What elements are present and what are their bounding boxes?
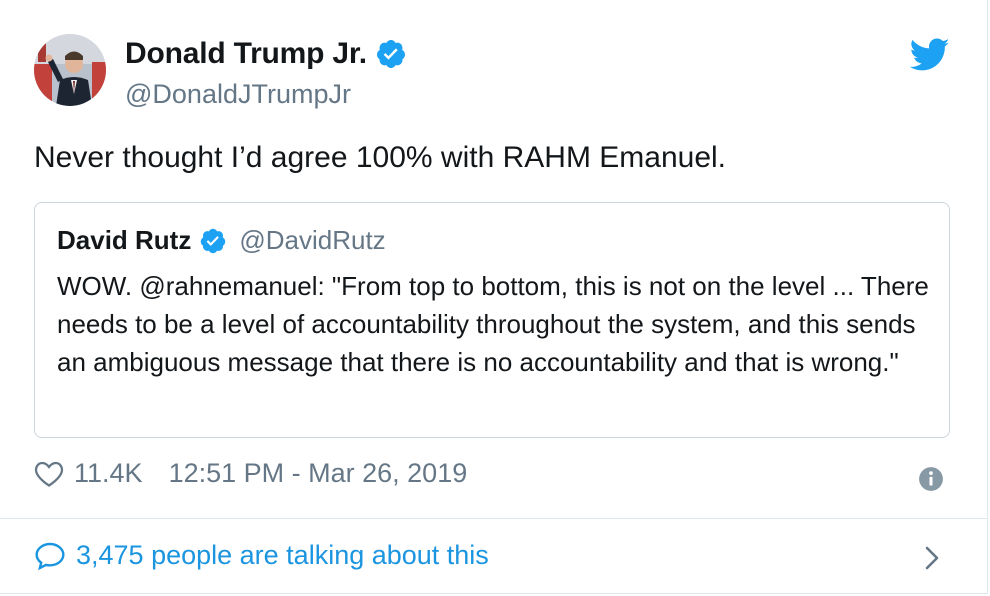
quote-text: WOW. @rahnemanuel: "From top to bottom, … (57, 271, 929, 377)
quote-author-handle[interactable]: @DavidRutz (239, 225, 385, 256)
chevron-right-icon[interactable] (922, 544, 942, 572)
verified-badge-icon (199, 227, 227, 255)
like-count[interactable]: 11.4K (74, 458, 143, 489)
talking-label[interactable]: 3,475 people are talking about this (76, 540, 489, 571)
divider (0, 518, 988, 519)
tweet-card: Donald Trump Jr. @DonaldJTrumpJr Never t… (0, 0, 988, 594)
avatar[interactable] (34, 34, 106, 106)
author-name[interactable]: Donald Trump Jr. (125, 37, 367, 71)
tweet-meta: 11.4K 12:51 PM - Mar 26, 2019 (34, 458, 467, 489)
twitter-bird-icon[interactable] (909, 38, 950, 72)
tweet-text: Never thought I’d agree 100% with RAHM E… (34, 141, 727, 174)
heart-icon[interactable] (34, 460, 64, 488)
verified-badge-icon (375, 38, 407, 70)
info-icon[interactable] (918, 466, 944, 492)
timestamp[interactable]: 12:51 PM - Mar 26, 2019 (169, 458, 468, 489)
speech-bubble-icon (34, 541, 66, 571)
quoted-tweet[interactable]: David Rutz @DavidRutz WOW. @rahnemanuel:… (34, 202, 950, 438)
quote-header: David Rutz @DavidRutz (57, 225, 386, 256)
author-name-row[interactable]: Donald Trump Jr. (125, 37, 407, 71)
avatar-image (34, 34, 106, 106)
author-handle[interactable]: @DonaldJTrumpJr (125, 79, 351, 110)
conversation-link[interactable]: 3,475 people are talking about this (34, 540, 489, 571)
quote-author-name[interactable]: David Rutz (57, 225, 191, 256)
